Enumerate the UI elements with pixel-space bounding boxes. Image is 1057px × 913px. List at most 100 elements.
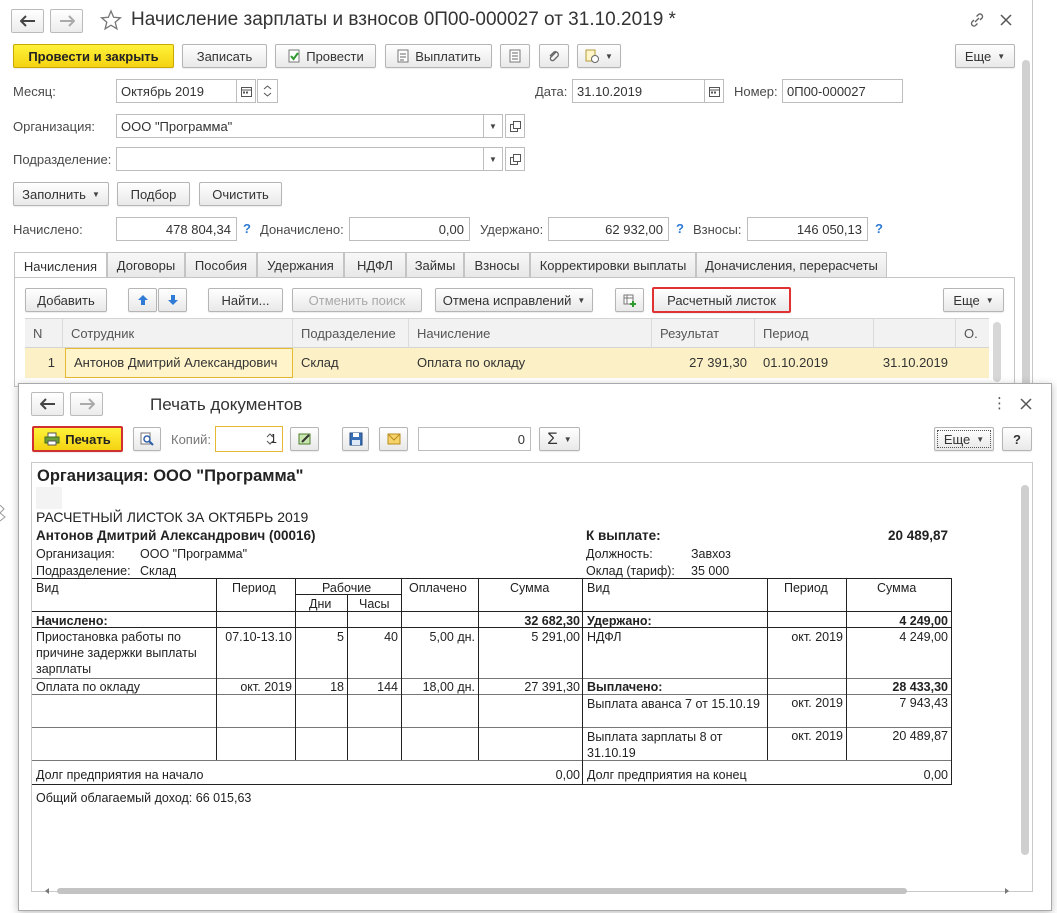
cancel-corrections-button[interactable]: Отмена исправлений ▼ [435, 288, 593, 312]
table-row[interactable]: 1 Антонов Дмитрий Александрович Склад Оп… [25, 348, 989, 378]
date-field[interactable]: 31.10.2019 [572, 79, 705, 103]
row-result[interactable]: 27 391,30 [652, 348, 755, 378]
row-accrual[interactable]: Оплата по окладу [409, 348, 652, 378]
organization-label: Организация: [13, 119, 96, 134]
tab-contributions[interactable]: Взносы [464, 252, 530, 278]
column-employee[interactable]: Сотрудник [63, 319, 293, 349]
column-accrual[interactable]: Начисление [409, 319, 652, 349]
h-r-sum: Сумма [877, 581, 917, 595]
payslip-button[interactable]: Расчетный листок [652, 287, 791, 313]
edit-document-button[interactable] [290, 427, 319, 451]
print-help-button[interactable]: ? [1002, 427, 1032, 451]
print-button[interactable]: Печать [32, 426, 123, 452]
tab-payment-corrections[interactable]: Корректировки выплаты [530, 252, 696, 278]
row-period-from[interactable]: 01.10.2019 [755, 348, 874, 378]
pay-button[interactable]: Выплатить [385, 44, 492, 68]
attach-button[interactable] [539, 44, 569, 68]
clear-button[interactable]: Очистить [199, 182, 282, 206]
column-n[interactable]: N [25, 319, 63, 349]
select-button[interactable]: Подбор [117, 182, 190, 206]
close-icon[interactable] [999, 13, 1013, 27]
envelope-icon [387, 433, 400, 445]
print-back-button[interactable] [31, 392, 64, 416]
row-employee[interactable]: Антонов Дмитрий Александрович [65, 348, 293, 378]
row-period-to[interactable]: 31.10.2019 [874, 348, 956, 378]
move-up-button[interactable] [128, 288, 157, 312]
table-settings-button[interactable] [615, 288, 644, 312]
scroll-right-icon[interactable] [1003, 887, 1011, 895]
row-department[interactable]: Склад [293, 348, 409, 378]
column-department[interactable]: Подразделение [293, 319, 409, 349]
back-button[interactable] [11, 9, 44, 33]
department-field[interactable] [116, 147, 484, 171]
cancel-search-button[interactable]: Отменить поиск [292, 288, 422, 312]
move-down-button[interactable] [158, 288, 187, 312]
accrued-help-icon[interactable]: ? [243, 221, 251, 236]
h-sum: Сумма [510, 581, 550, 595]
post-and-close-button[interactable]: Провести и закрыть [13, 44, 174, 68]
star-icon[interactable] [100, 9, 122, 31]
preview-button[interactable] [133, 427, 161, 451]
edit-table-icon [298, 433, 310, 445]
contributions-help-icon[interactable]: ? [875, 221, 883, 236]
column-o[interactable]: О. [956, 319, 989, 349]
fill-button[interactable]: Заполнить ▼ [13, 182, 109, 206]
print-more-button[interactable]: Еще ▼ [934, 427, 994, 451]
grid-scrollbar[interactable] [993, 322, 1001, 382]
h-kind: Вид [36, 581, 59, 595]
kebab-menu-icon[interactable]: ⋮ [992, 394, 1007, 412]
position-value: Завхоз [691, 547, 731, 561]
close-icon[interactable] [1020, 398, 1032, 410]
h-work: Рабочие [322, 581, 372, 595]
organization-field[interactable]: ООО "Программа" [116, 114, 484, 138]
doc-vertical-scrollbar[interactable] [1021, 485, 1029, 855]
doc-horizontal-scrollbar[interactable] [31, 886, 1031, 896]
organization-open-button[interactable] [505, 114, 525, 138]
calendar-button[interactable] [236, 79, 256, 103]
open-icon [509, 153, 521, 165]
tab-ndfl[interactable]: НДФЛ [344, 252, 406, 278]
column-period[interactable]: Период [755, 319, 874, 349]
journal-button[interactable] [500, 44, 530, 68]
link-icon[interactable] [969, 12, 985, 28]
department-open-button[interactable] [505, 147, 525, 171]
column-result[interactable]: Результат [652, 319, 755, 349]
forward-button[interactable] [50, 9, 83, 33]
date-calendar-button[interactable] [704, 79, 724, 103]
month-spinner[interactable] [257, 79, 278, 103]
department-dropdown[interactable]: ▼ [483, 147, 503, 171]
withholding-row-1-sum: 4 249,00 [899, 630, 948, 644]
print-forward-button[interactable] [70, 392, 103, 416]
tab-loans[interactable]: Займы [406, 252, 464, 278]
tab-contracts[interactable]: Договоры [107, 252, 185, 278]
accrual-row-1-paid: 5,00 дн. [429, 630, 475, 644]
v-hours [347, 594, 348, 760]
tab-accruals[interactable]: Начисления [14, 252, 107, 279]
fill-label: Заполнить [22, 186, 86, 202]
row-number: 1 [47, 355, 55, 370]
create-based-button[interactable]: ▼ [577, 44, 621, 68]
column-period-end[interactable] [874, 319, 956, 349]
number-field[interactable]: 0П00-000027 [782, 79, 903, 103]
withheld-help-icon[interactable]: ? [676, 221, 684, 236]
more-button[interactable]: Еще ▼ [955, 44, 1015, 68]
post-button[interactable]: Провести [275, 44, 376, 68]
find-button[interactable]: Найти... [208, 288, 283, 312]
grid-more-button[interactable]: Еще ▼ [943, 288, 1004, 312]
row1-line [32, 678, 952, 679]
tab-recalculations[interactable]: Доначисления, перерасчеты [696, 252, 887, 278]
send-email-button[interactable] [379, 427, 408, 451]
copies-spinner-icon[interactable] [265, 431, 275, 447]
tab-benefits[interactable]: Пособия [185, 252, 257, 278]
scroll-left-icon[interactable] [43, 887, 51, 895]
organization-dropdown[interactable]: ▼ [483, 114, 503, 138]
scroll-thumb[interactable] [57, 888, 907, 894]
save-button[interactable]: Записать [182, 44, 267, 68]
add-row-button[interactable]: Добавить [25, 288, 107, 312]
save-file-button[interactable] [342, 427, 369, 451]
sum-mode-button[interactable]: Σ ▼ [539, 427, 580, 451]
row3-line [32, 727, 952, 728]
sigma-icon: Σ [547, 429, 558, 448]
month-field[interactable]: Октябрь 2019 [116, 79, 237, 103]
tab-deductions[interactable]: Удержания [257, 252, 344, 278]
